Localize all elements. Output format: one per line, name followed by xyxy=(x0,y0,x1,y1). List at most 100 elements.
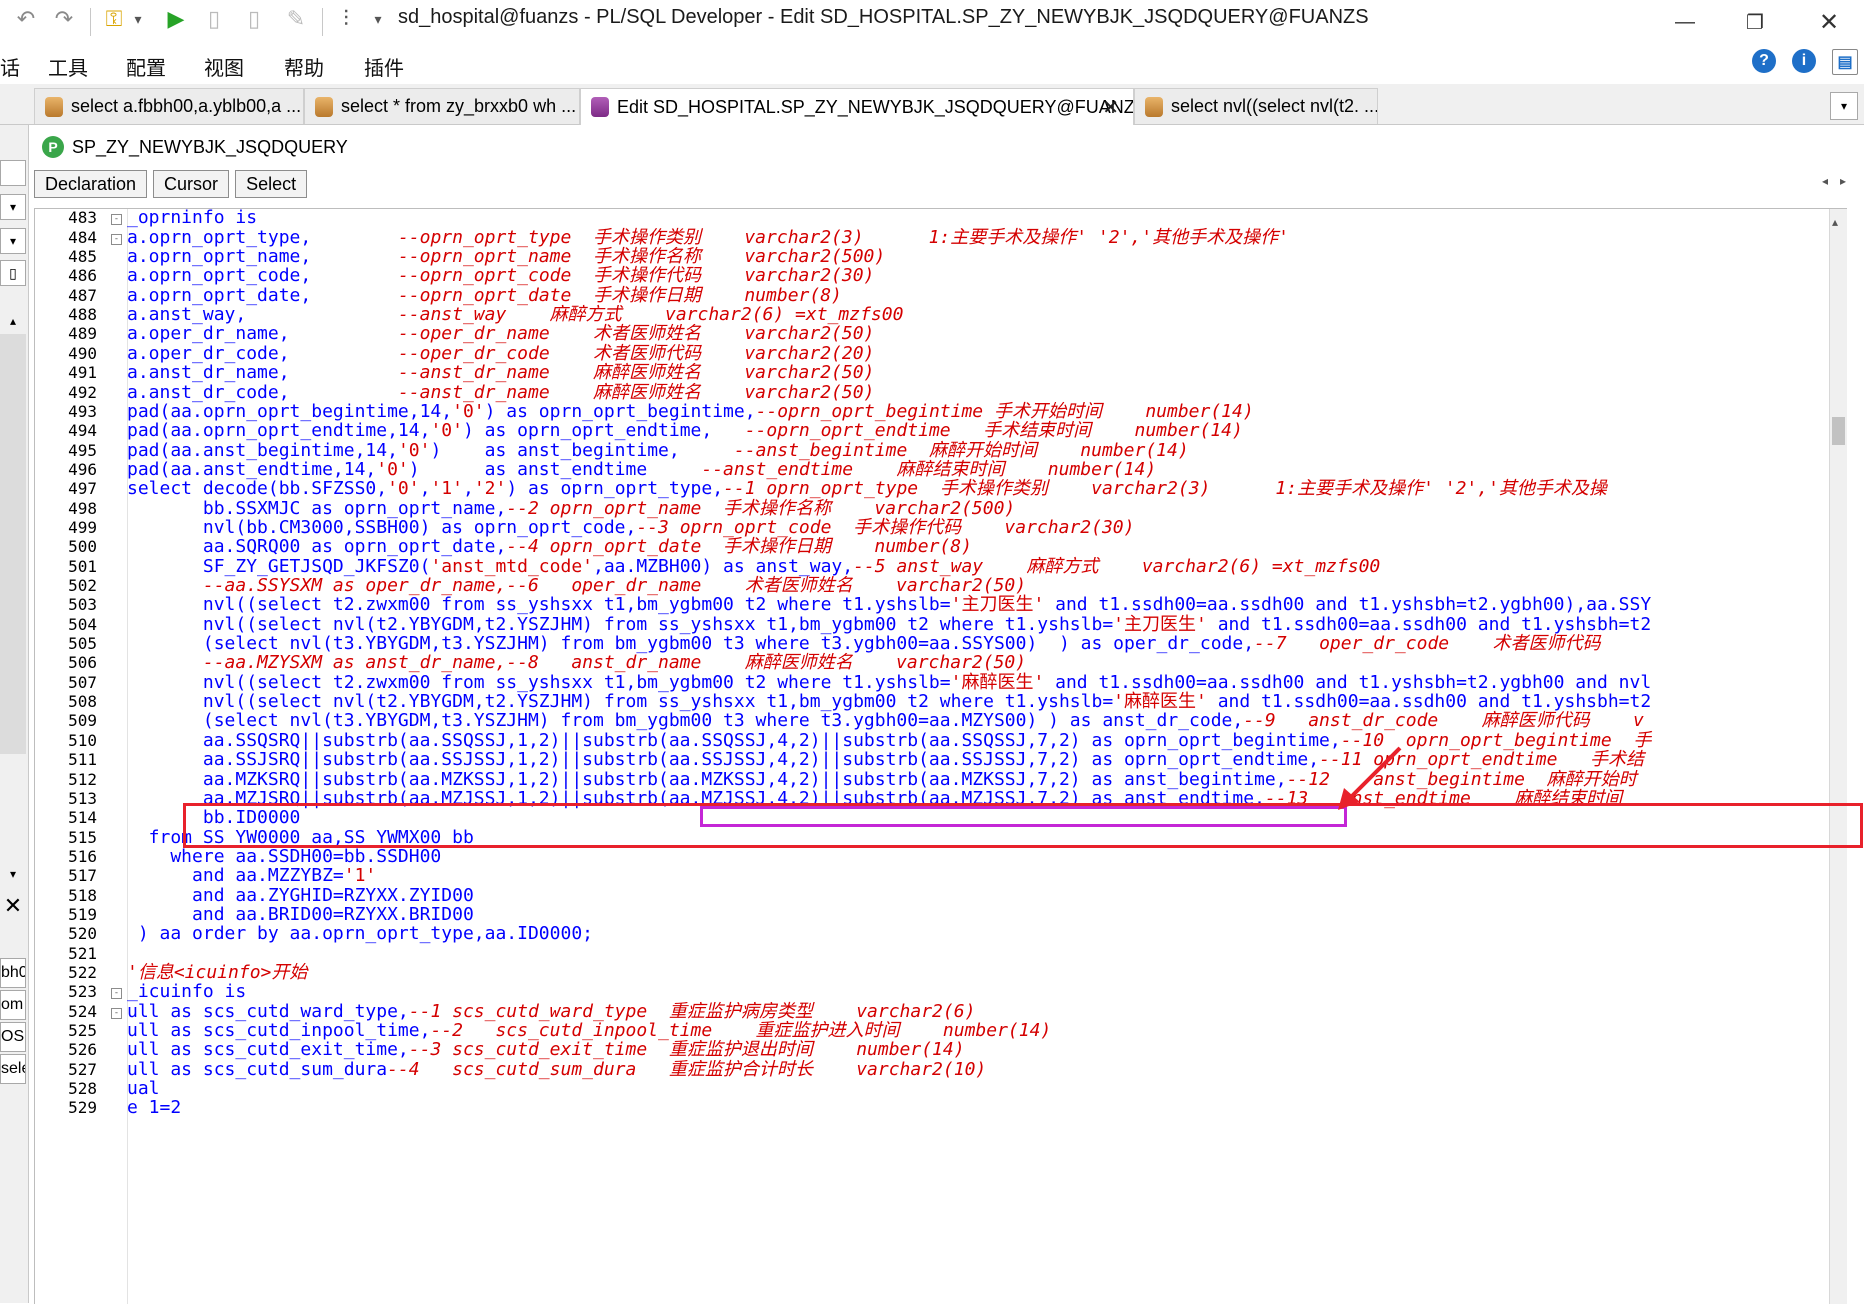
panel-item[interactable]: om z xyxy=(0,990,26,1020)
code-line[interactable]: 511 aa.SSJSRQ||substrb(aa.SSJSSJ,1,2)||s… xyxy=(35,750,1830,769)
code-line[interactable]: 508 nvl((select nvl(t2.YBYGDM,t2.YSZJHM)… xyxy=(35,692,1830,711)
code-line[interactable]: 488 a.anst_way, --anst_way 麻醉方式 varchar2(… xyxy=(35,305,1830,324)
code-line[interactable]: 521 xyxy=(35,944,1830,963)
code-line[interactable]: 498 bb.SSXMJC as oprn_oprt_name,--2 oprn… xyxy=(35,498,1830,518)
code-line[interactable]: 524 - ull as scs_cutd_ward_type,--1 scs_cu… xyxy=(35,1002,1830,1021)
panel-item[interactable]: OSP xyxy=(0,1022,26,1052)
panel-input-box[interactable] xyxy=(0,160,26,186)
rollback-icon[interactable]: ▯ xyxy=(240,5,268,33)
panel-item[interactable]: bh0 xyxy=(0,958,26,988)
code-line[interactable]: 505 (select nvl(t3.YBYGDM,t3.YSZJHM) fro… xyxy=(35,634,1830,653)
key-icon[interactable]: ⚿ xyxy=(100,5,128,33)
fold-toggle-icon[interactable]: - xyxy=(111,1007,122,1019)
object-tab[interactable]: P SP_ZY_NEWYBJK_JSQDQUERY xyxy=(34,130,348,164)
commit-icon[interactable]: ▯ xyxy=(200,5,228,33)
code-line[interactable]: 519 and aa.BRID00=RZYXX.BRID00 xyxy=(35,905,1830,924)
close-panel-icon-2[interactable]: ✕ xyxy=(0,892,26,920)
break-icon[interactable]: ✎ xyxy=(282,5,310,33)
code-line[interactable]: 489 a.oper_dr_name, --oper_dr_name 术者医师姓名… xyxy=(35,324,1830,343)
maximize-button[interactable]: ❐ xyxy=(1732,6,1778,38)
chevron-down-icon[interactable]: ▾ xyxy=(130,5,146,33)
code-line[interactable]: 527 ull as scs_cutd_sum_dura--4 scs_cutd_… xyxy=(35,1060,1830,1079)
panel-dropdown-1[interactable]: ▾ xyxy=(0,194,26,220)
code-line[interactable]: 502 --aa.SSYSXM as oper_dr_name,--6 oper… xyxy=(35,576,1830,595)
tab-list-dropdown[interactable]: ▾ xyxy=(1830,92,1858,120)
document-icon[interactable]: ▯ xyxy=(0,260,26,286)
code-area[interactable]: 482'信息<oprninfo>开始483-_oprninfo is484-a.… xyxy=(35,209,1830,1304)
scroll-right-icon[interactable]: ▸ xyxy=(1840,174,1846,188)
menu-session[interactable]: 话 xyxy=(0,52,20,81)
scrollbar-thumb[interactable] xyxy=(1832,417,1845,445)
code-line[interactable]: 496 pad(aa.anst_endtime,14,'0') as anst_e… xyxy=(35,460,1830,479)
code-line[interactable]: 509 (select nvl(t3.YBYGDM,t3.YSZJHM) fro… xyxy=(35,711,1830,730)
code-line[interactable]: 526 ull as scs_cutd_exit_time,--3 scs_cut… xyxy=(35,1040,1830,1059)
undo-icon[interactable]: ↶ xyxy=(12,5,40,33)
code-line[interactable]: 512 aa.MZKSRQ||substrb(aa.MZKSSJ,1,2)||s… xyxy=(35,769,1830,789)
code-line[interactable]: 495 pad(aa.anst_begintime,14,'0') as anst… xyxy=(35,440,1830,460)
code-line[interactable]: 483 - _oprninfo is xyxy=(35,209,1830,228)
scroll-down-icon[interactable]: ▾ xyxy=(0,862,26,886)
menu-configure[interactable]: 配置 xyxy=(126,52,166,81)
info-icon[interactable]: i xyxy=(1792,49,1816,73)
code-editor[interactable]: 482'信息<oprninfo>开始483-_oprninfo is484-a.… xyxy=(34,208,1847,1304)
code-line[interactable]: 503 nvl((select t2.zwxm00 from ss_yshsxx… xyxy=(35,595,1830,614)
close-tab-icon[interactable]: ✕ xyxy=(1102,95,1119,120)
scroll-left-icon[interactable]: ◂ xyxy=(1822,174,1828,188)
menu-help[interactable]: 帮助 xyxy=(284,52,324,81)
execute-icon[interactable]: ▶ xyxy=(162,5,190,33)
scroll-up-icon[interactable]: ▴ xyxy=(1832,215,1838,229)
code-line[interactable]: 528 ual xyxy=(35,1079,1830,1098)
code-line[interactable]: 506 --aa.MZYSXM as anst_dr_name,--8 anst… xyxy=(35,653,1830,672)
menu-plugins[interactable]: 插件 xyxy=(364,52,404,81)
editor-vertical-scrollbar[interactable]: ▴ xyxy=(1829,209,1847,1304)
declaration-button[interactable]: Declaration xyxy=(34,170,148,198)
code-line[interactable]: 507 nvl((select t2.zwxm00 from ss_yshsxx… xyxy=(35,673,1830,692)
code-line[interactable]: 491 a.anst_dr_name, --anst_dr_name 麻醉医师姓名… xyxy=(35,363,1830,382)
code-line[interactable]: 490 a.oper_dr_code, --oper_dr_code 术者医师代码… xyxy=(35,344,1830,363)
panel-item[interactable]: sele xyxy=(0,1054,26,1084)
menu-view[interactable]: 视图 xyxy=(204,52,244,81)
tab-query-1[interactable]: select a.fbbh00,a.yblb00,a ... xyxy=(34,88,304,124)
redo-icon[interactable]: ↷ xyxy=(50,5,78,33)
code-line[interactable]: 523 - _icuinfo is xyxy=(35,982,1830,1001)
scroll-up-icon[interactable]: ▴ xyxy=(0,309,26,333)
code-line[interactable]: 525 ull as scs_cutd_inpool_time,--2 scs_c… xyxy=(35,1021,1830,1040)
code-line[interactable]: 501 SF_ZY_GETJSQD_JKFSZ0('anst_mtd_code'… xyxy=(35,556,1830,576)
code-line[interactable]: 510 aa.SSQSRQ||substrb(aa.SSQSSJ,1,2)||s… xyxy=(35,731,1830,750)
code-line[interactable]: 493 pad(aa.oprn_oprt_begintime,14,'0') as… xyxy=(35,402,1830,421)
fold-toggle-icon[interactable]: - xyxy=(111,233,122,245)
select-button[interactable]: Select xyxy=(235,170,308,198)
cursor-button[interactable]: Cursor xyxy=(153,170,230,198)
code-line[interactable]: 514 bb.ID0000 xyxy=(35,808,1830,827)
code-line[interactable]: 529 e 1=2 xyxy=(35,1098,1830,1117)
code-line[interactable]: 485 a.oprn_oprt_name, --oprn_oprt_name 手术… xyxy=(35,247,1830,266)
code-line[interactable]: 486 a.oprn_oprt_code, --oprn_oprt_code 手术… xyxy=(35,266,1830,285)
quick-access-dropdown-icon[interactable]: ▾ xyxy=(370,5,386,33)
code-line[interactable]: 518 and aa.ZYGHID=RZYXX.ZYID00 xyxy=(35,885,1830,905)
code-line[interactable]: 504 nvl((select nvl(t2.YBYGDM,t2.YSZJHM)… xyxy=(35,615,1830,634)
tab-edit-procedure[interactable]: Edit SD_HOSPITAL.SP_ZY_NEWYBJK_JSQDQUERY… xyxy=(580,88,1134,125)
close-window-button[interactable]: ✕ xyxy=(1806,6,1852,38)
window-list-icon[interactable]: ▤ xyxy=(1832,49,1858,75)
code-line[interactable]: 484 - a.oprn_oprt_type, --oprn_oprt_type 手… xyxy=(35,228,1830,247)
code-line[interactable]: 516 where aa.SSDH00=bb.SSDH00 xyxy=(35,847,1830,866)
tab-query-2[interactable]: select * from zy_brxxb0 wh ... xyxy=(304,88,580,124)
panel-dropdown-2[interactable]: ▾ xyxy=(0,228,26,254)
code-line[interactable]: 494 pad(aa.oprn_oprt_endtime,14,'0') as o… xyxy=(35,421,1830,440)
menu-tools[interactable]: 工具 xyxy=(48,52,88,81)
code-line[interactable]: 487 a.oprn_oprt_date, --oprn_oprt_date 手术… xyxy=(35,286,1830,305)
code-line[interactable]: 492 a.anst_dr_code, --anst_dr_name 麻醉医师姓名… xyxy=(35,382,1830,402)
fold-toggle-icon[interactable]: - xyxy=(111,214,122,226)
tab-query-3[interactable]: select nvl((select nvl(t2. ... xyxy=(1134,88,1378,124)
code-line[interactable]: 499 nvl(bb.CM3000,SSBH00) as oprn_oprt_c… xyxy=(35,518,1830,537)
settings-sliders-icon[interactable]: ⫶ xyxy=(332,5,360,33)
help-icon[interactable]: ? xyxy=(1752,49,1776,73)
code-line[interactable]: 517 and aa.MZZYBZ='1' xyxy=(35,866,1830,885)
code-line[interactable]: 497 select decode(bb.SFZSS0,'0','1','2') … xyxy=(35,479,1830,498)
code-line[interactable]: 500 aa.SQRQ00 as oprn_oprt_date,--4 oprn… xyxy=(35,537,1830,556)
code-line[interactable]: 522 '信息<icuinfo>开始 xyxy=(35,963,1830,982)
code-line[interactable]: 520 ) aa order by aa.oprn_oprt_type,aa.I… xyxy=(35,924,1830,943)
minimize-button[interactable]: — xyxy=(1662,6,1708,38)
fold-toggle-icon[interactable]: - xyxy=(111,988,122,1000)
code-line[interactable]: 513 aa.MZJSRQ||substrb(aa.MZJSSJ,1,2)||s… xyxy=(35,789,1830,808)
